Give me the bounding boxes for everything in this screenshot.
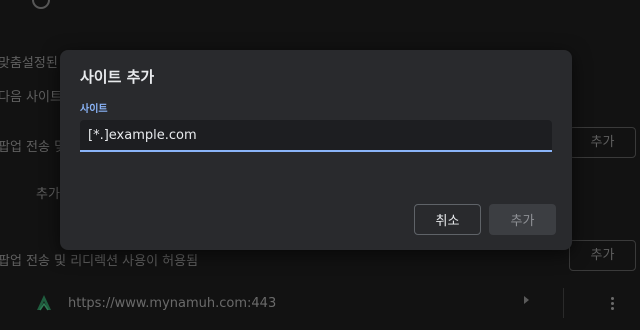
next-sites-text: 다음 사이트 [0,90,62,105]
search-icon [32,0,50,9]
customized-heading: 맞춤설정된 [0,56,58,71]
popup-blocked-heading: 팝업 전송 및 [0,140,67,155]
add-allowed-button[interactable]: 추가 [569,240,636,271]
site-favicon-icon [36,294,52,316]
settings-page: 맞춤설정된 다음 사이트 팝업 전송 및 추가 추가 팝업 전송 및 리디렉션 … [0,0,640,330]
popup-allowed-heading: 팝업 전송 및 리디렉션 사용이 허용됨 [0,254,199,269]
add-blocked-button[interactable]: 추가 [569,127,636,158]
row-divider [563,288,564,318]
cancel-button[interactable]: 취소 [414,204,481,235]
expand-arrow-icon[interactable] [524,296,529,304]
top-row-partial [0,0,640,12]
site-input[interactable] [80,120,552,150]
add-site-dialog: 사이트 추가 사이트 취소 추가 [60,50,572,250]
add-button[interactable]: 추가 [489,204,556,235]
site-field-label: 사이트 [80,104,108,115]
site-url[interactable]: https://www.mynamuh.com:443 [68,296,276,311]
add-hint-text: 추가 [36,187,60,202]
dialog-title: 사이트 추가 [80,68,155,86]
site-field-container [80,120,552,152]
more-actions-icon[interactable] [611,297,614,312]
